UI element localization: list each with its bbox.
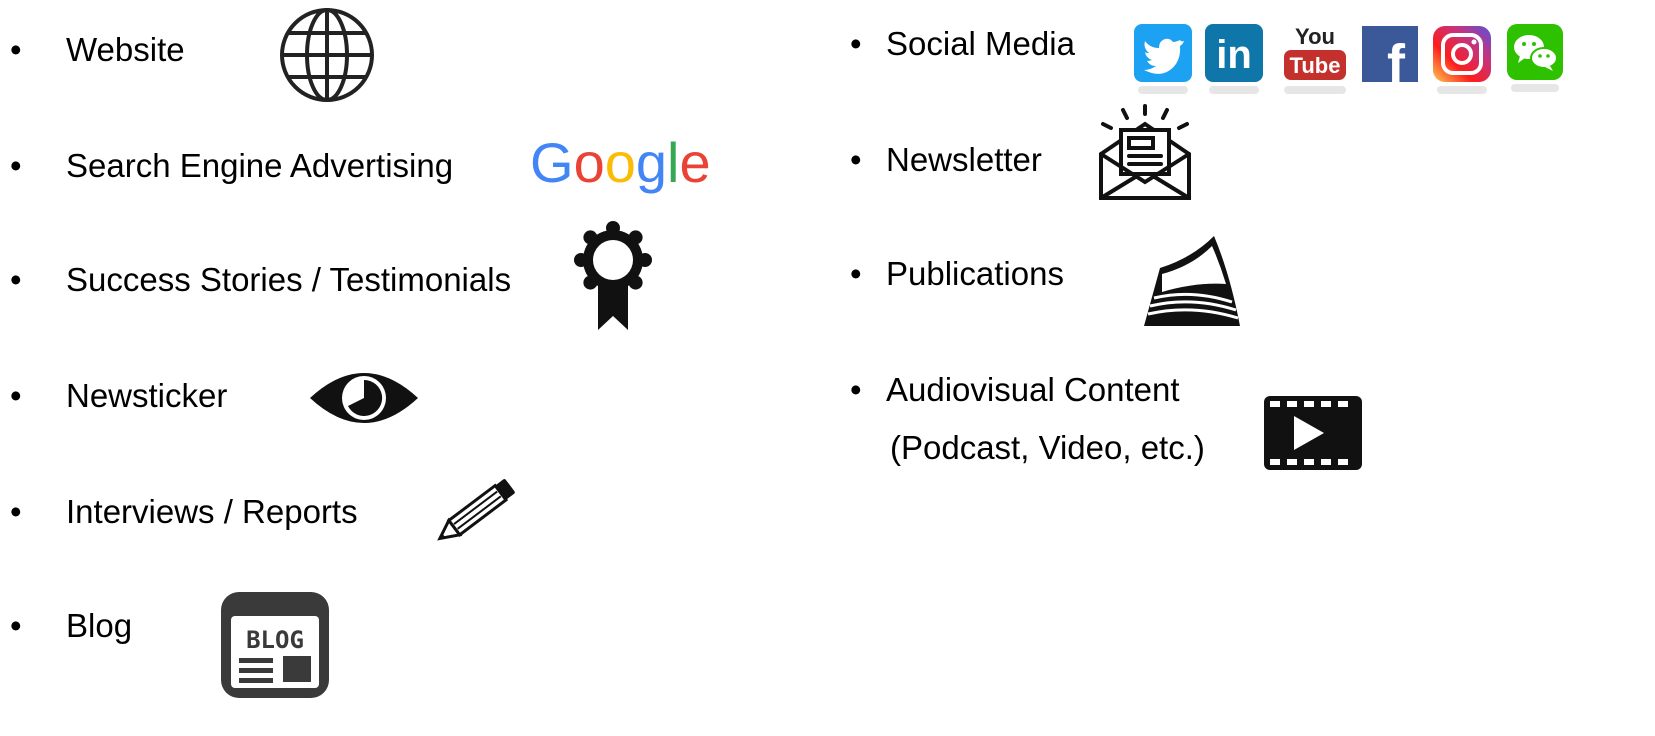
bullet: • [10,261,22,298]
item-label: Search Engine Advertising [66,147,454,184]
facebook-icon: f [1362,26,1418,94]
publications-magazine-icon [1142,234,1242,328]
blog-icon: BLOG [221,592,329,698]
pencil-icon [436,472,522,546]
globe-icon [278,6,376,104]
item-label: Social Media [886,25,1075,62]
item-label: Audiovisual Content [886,371,1180,408]
award-ribbon-icon [574,221,652,334]
bullet: • [850,371,862,408]
social-media-icons: in You Tube f [1134,20,1564,100]
item-label: Publications [886,255,1064,292]
marketing-channels-slide: • Website • Search Engine Advertising Go… [0,0,1655,736]
facebook-text: f [1387,34,1406,94]
instagram-icon [1433,26,1491,94]
bullet: • [10,607,22,644]
twitter-icon [1134,24,1192,94]
google-logo-text: Google [530,131,711,194]
youtube-text-you: You [1295,24,1335,49]
bullet: • [10,147,22,184]
item-label: Website [66,31,185,68]
bullet: • [10,31,22,68]
linkedin-icon: in [1205,24,1263,94]
google-logo: Google [530,130,711,200]
bullet: • [850,25,862,62]
bullet: • [850,255,862,292]
item-label: Success Stories / Testimonials [66,261,512,298]
eye-icon [308,368,420,428]
blog-icon-text: BLOG [246,626,304,654]
bullet: • [850,141,862,178]
item-label-line2: (Podcast, Video, etc.) [890,429,1205,466]
item-label: Newsletter [886,141,1042,178]
youtube-text-tube: Tube [1290,53,1341,78]
bullet: • [10,377,22,414]
item-label: Interviews / Reports [66,493,358,530]
youtube-icon: You Tube [1284,24,1346,94]
newsletter-envelope-icon [1097,104,1193,202]
video-film-icon [1264,396,1362,470]
bullet: • [10,493,22,530]
item-label: Blog [66,607,133,644]
wechat-icon [1507,24,1563,92]
linkedin-text: in [1216,33,1252,77]
item-label: Newsticker [66,377,228,414]
